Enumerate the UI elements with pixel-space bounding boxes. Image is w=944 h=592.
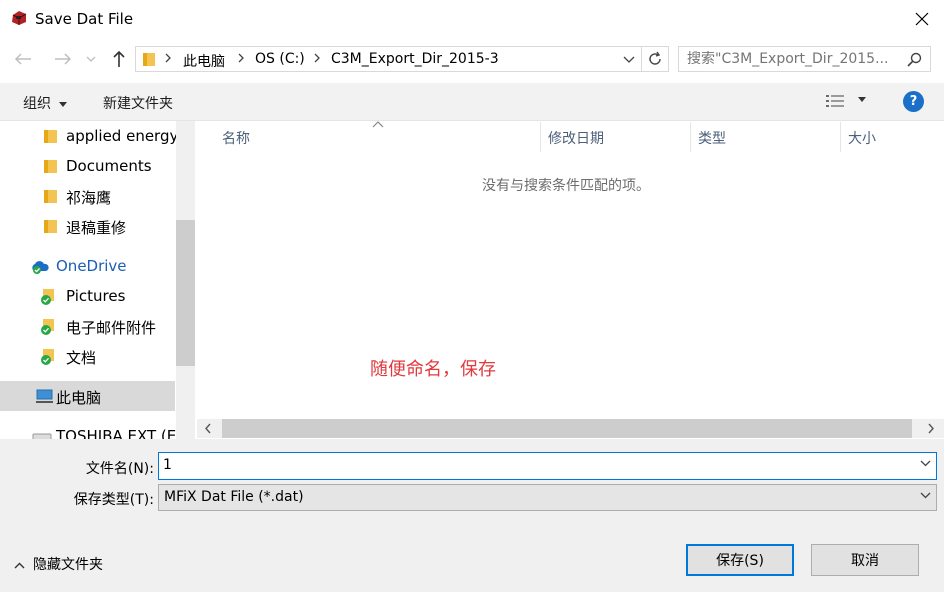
- caret-down-icon: [59, 101, 68, 107]
- breadcrumb-this-pc[interactable]: 此电脑: [183, 51, 225, 71]
- refresh-icon[interactable]: [647, 51, 663, 67]
- window-title: Save Dat File: [35, 10, 134, 28]
- chevron-up-icon: [14, 562, 25, 568]
- breadcrumb-folder[interactable]: C3M_Export_Dir_2015-3: [331, 51, 499, 67]
- nav-item-toshiba-drive[interactable]: TOSHIBA EXT (E:: [0, 421, 181, 439]
- filetype-label: 保存类型(T):: [73, 492, 154, 508]
- filename-input[interactable]: [163, 457, 903, 473]
- column-header-type[interactable]: 类型: [698, 128, 726, 148]
- up-button[interactable]: [108, 48, 130, 70]
- hide-folders-label: 隐藏文件夹: [33, 557, 103, 573]
- folder-icon: [44, 220, 57, 233]
- synced-folder-icon: [41, 289, 54, 305]
- nav-item-label: 此电脑: [56, 389, 102, 407]
- help-button[interactable]: ?: [903, 91, 924, 112]
- nav-item-label: 祁海鹰: [66, 189, 112, 207]
- filename-combobox[interactable]: [158, 452, 937, 480]
- chevron-down-icon[interactable]: [920, 460, 931, 467]
- nav-item-label: OneDrive: [56, 257, 127, 275]
- sort-ascending-icon: [372, 121, 384, 128]
- arrow-right-icon: [55, 53, 72, 65]
- arrow-up-icon: [113, 50, 125, 67]
- chevron-down-icon: [86, 56, 96, 62]
- breadcrumb-drive[interactable]: OS (C:): [255, 51, 305, 67]
- back-button[interactable]: [12, 48, 34, 70]
- nav-item-label: Pictures: [66, 287, 126, 305]
- filename-label: 文件名(N):: [85, 461, 154, 477]
- address-bar[interactable]: 此电脑 OS (C:) C3M_Export_Dir_2015-3: [135, 46, 669, 72]
- annotation-text: 随便命名，保存: [370, 359, 496, 380]
- column-divider: [690, 122, 691, 152]
- view-options-icon[interactable]: [826, 94, 846, 108]
- close-icon: [915, 12, 929, 26]
- nav-item-folder-4[interactable]: 退稿重修: [0, 211, 175, 241]
- scroll-left-icon[interactable]: [204, 423, 212, 434]
- column-divider: [540, 122, 541, 152]
- chevron-right-icon: [238, 53, 244, 63]
- nav-item-label: applied energy: [66, 127, 179, 145]
- nav-item-documents[interactable]: Documents: [0, 151, 175, 181]
- new-folder-button[interactable]: 新建文件夹: [103, 93, 173, 113]
- nav-item-onedrive[interactable]: OneDrive: [0, 251, 175, 281]
- caret-down-icon[interactable]: [858, 97, 866, 102]
- computer-icon: [36, 389, 53, 403]
- column-header-name[interactable]: 名称: [222, 128, 250, 148]
- column-header-size[interactable]: 大小: [848, 128, 876, 148]
- column-header-date[interactable]: 修改日期: [548, 128, 604, 148]
- scroll-right-icon[interactable]: [927, 423, 935, 434]
- synced-folder-icon: [41, 319, 54, 335]
- app-icon: [12, 11, 27, 25]
- filetype-value: MFiX Dat File (*.dat): [164, 489, 304, 505]
- forward-button[interactable]: [52, 48, 74, 70]
- nav-item-label: TOSHIBA EXT (E:: [56, 427, 182, 439]
- nav-scrollbar-thumb[interactable]: [176, 220, 195, 366]
- chevron-down-icon[interactable]: [623, 56, 635, 64]
- toolbar: 组织 新建文件夹: [0, 83, 944, 121]
- divider: [641, 47, 642, 71]
- file-list[interactable]: [197, 121, 944, 439]
- arrow-left-icon: [14, 53, 31, 65]
- close-button[interactable]: [904, 4, 940, 34]
- horizontal-scrollbar-thumb[interactable]: [222, 419, 912, 438]
- folder-icon: [44, 160, 57, 173]
- synced-folder-icon: [41, 349, 54, 365]
- recent-locations-button[interactable]: [84, 48, 98, 70]
- navigation-pane: applied energy Documents 祁海鹰 退稿重修 OneDri…: [0, 121, 196, 439]
- chevron-right-icon: [314, 53, 320, 63]
- search-input[interactable]: [687, 51, 899, 67]
- cancel-button[interactable]: 取消: [811, 544, 919, 576]
- nav-item-applied-energy[interactable]: applied energy: [0, 121, 179, 151]
- nav-item-email-attachments[interactable]: 电子邮件附件: [0, 311, 175, 341]
- search-icon[interactable]: [907, 52, 922, 67]
- nav-item-label: 退稿重修: [66, 219, 127, 237]
- nav-item-label: Documents: [66, 157, 152, 175]
- nav-item-label: 文档: [66, 349, 97, 367]
- nav-item-this-pc[interactable]: 此电脑: [0, 381, 175, 411]
- nav-item-pictures[interactable]: Pictures: [0, 281, 175, 311]
- folder-icon: [44, 190, 57, 203]
- nav-item-label: 电子邮件附件: [66, 319, 157, 337]
- folder-icon: [44, 130, 57, 143]
- nav-item-documents-cn[interactable]: 文档: [0, 341, 175, 371]
- nav-item-folder-3[interactable]: 祁海鹰: [0, 181, 175, 211]
- title-bar: [0, 0, 944, 38]
- search-box[interactable]: [678, 46, 931, 72]
- column-divider: [840, 122, 841, 152]
- folder-icon: [143, 53, 155, 66]
- chevron-right-icon: [165, 53, 171, 63]
- chevron-down-icon: [920, 492, 931, 499]
- organize-label: 组织: [23, 96, 51, 112]
- filetype-select[interactable]: MFiX Dat File (*.dat): [158, 484, 937, 511]
- save-button[interactable]: 保存(S): [686, 544, 794, 576]
- empty-message: 没有与搜索条件匹配的项。: [482, 178, 650, 194]
- hide-folders-toggle[interactable]: 隐藏文件夹: [14, 554, 103, 574]
- onedrive-icon: [32, 261, 49, 274]
- organize-button[interactable]: 组织: [23, 93, 68, 113]
